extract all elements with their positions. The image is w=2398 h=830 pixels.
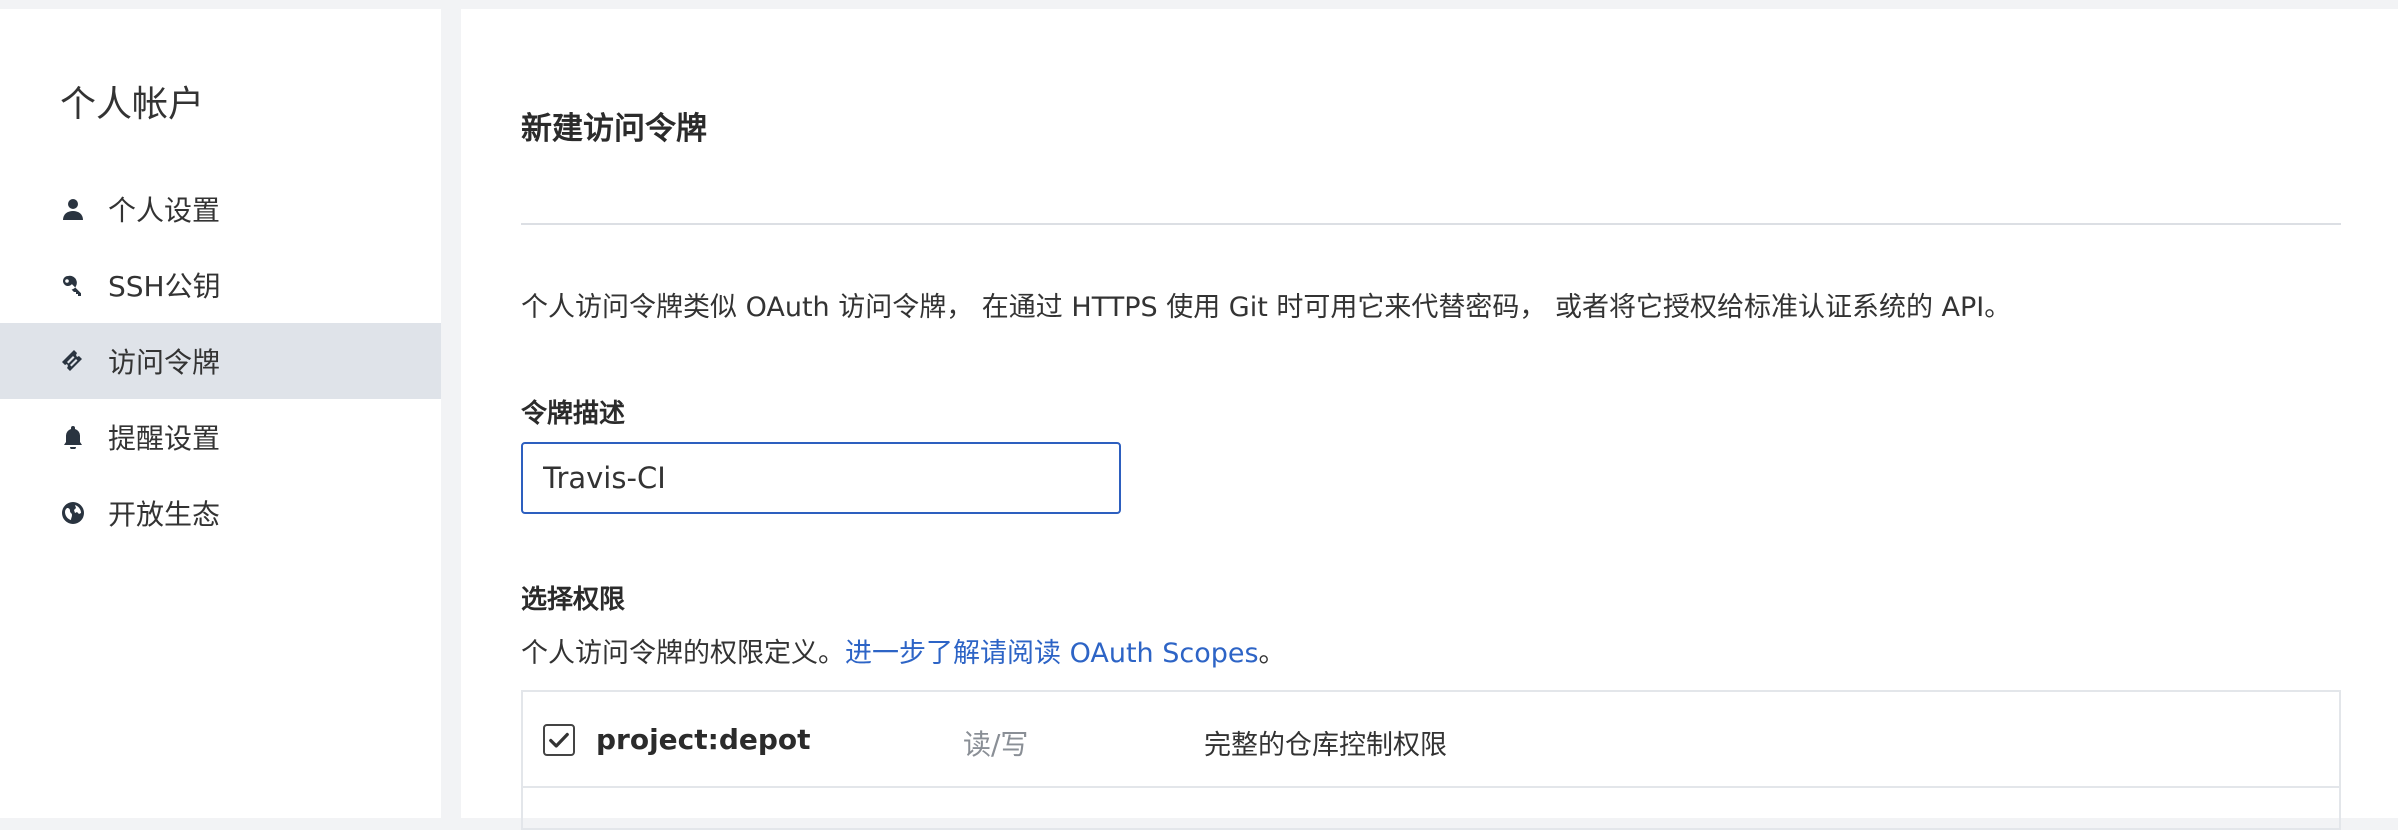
sidebar-item-profile[interactable]: 个人设置 (0, 171, 441, 247)
divider (521, 223, 2341, 225)
sidebar-item-label: 个人设置 (108, 194, 221, 227)
sidebar-title: 个人帐户 (60, 84, 205, 125)
scope-name: project:depot (596, 723, 811, 756)
user-icon (60, 196, 86, 222)
ticket-icon (60, 348, 86, 374)
sidebar-item-label: 开放生态 (108, 498, 221, 531)
oauth-scopes-link[interactable]: 进一步了解请阅读 OAuth Scopes (845, 638, 1259, 669)
token-description-input[interactable] (521, 442, 1121, 514)
sidebar-item-ssh-keys[interactable]: SSH公钥 (0, 247, 441, 323)
globe-icon (60, 500, 86, 526)
token-description-text: 个人访问令牌类似 OAuth 访问令牌， 在通过 HTTPS 使用 Git 时可… (521, 292, 2012, 323)
scope-access: 读/写 (963, 728, 1029, 761)
sidebar-item-notifications[interactable]: 提醒设置 (0, 399, 441, 475)
sidebar: 个人帐户 个人设置 SSH公钥 访问令牌 提醒设置 开放生态 (0, 9, 441, 818)
scope-description: 个人访问令牌的权限定义。进一步了解请阅读 OAuth Scopes。 (521, 631, 1286, 670)
check-icon (549, 732, 569, 748)
scope-heading: 选择权限 (521, 585, 626, 615)
sidebar-item-label: 提醒设置 (108, 422, 221, 455)
main-panel: 新建访问令牌 个人访问令牌类似 OAuth 访问令牌， 在通过 HTTPS 使用… (461, 9, 2398, 830)
sidebar-item-access-tokens[interactable]: 访问令牌 (0, 323, 441, 399)
sidebar-item-label: 访问令牌 (108, 346, 221, 379)
scope-description-text: 个人访问令牌的权限定义。 (521, 638, 845, 669)
scope-checkbox[interactable] (543, 724, 575, 756)
sidebar-item-open-ecosystem[interactable]: 开放生态 (0, 475, 441, 551)
scope-description-suffix: 。 (1258, 638, 1286, 669)
page-title: 新建访问令牌 (521, 111, 707, 147)
table-row: project:depot 读/写 完整的仓库控制权限 (523, 692, 2339, 788)
scope-detail: 完整的仓库控制权限 (1204, 730, 1447, 761)
key-icon (60, 272, 86, 298)
bell-icon (60, 424, 86, 450)
sidebar-item-label: SSH公钥 (108, 270, 221, 303)
token-description-label: 令牌描述 (521, 399, 626, 429)
sidebar-nav: 个人设置 SSH公钥 访问令牌 提醒设置 开放生态 (0, 171, 441, 551)
scope-table: project:depot 读/写 完整的仓库控制权限 (521, 690, 2341, 830)
